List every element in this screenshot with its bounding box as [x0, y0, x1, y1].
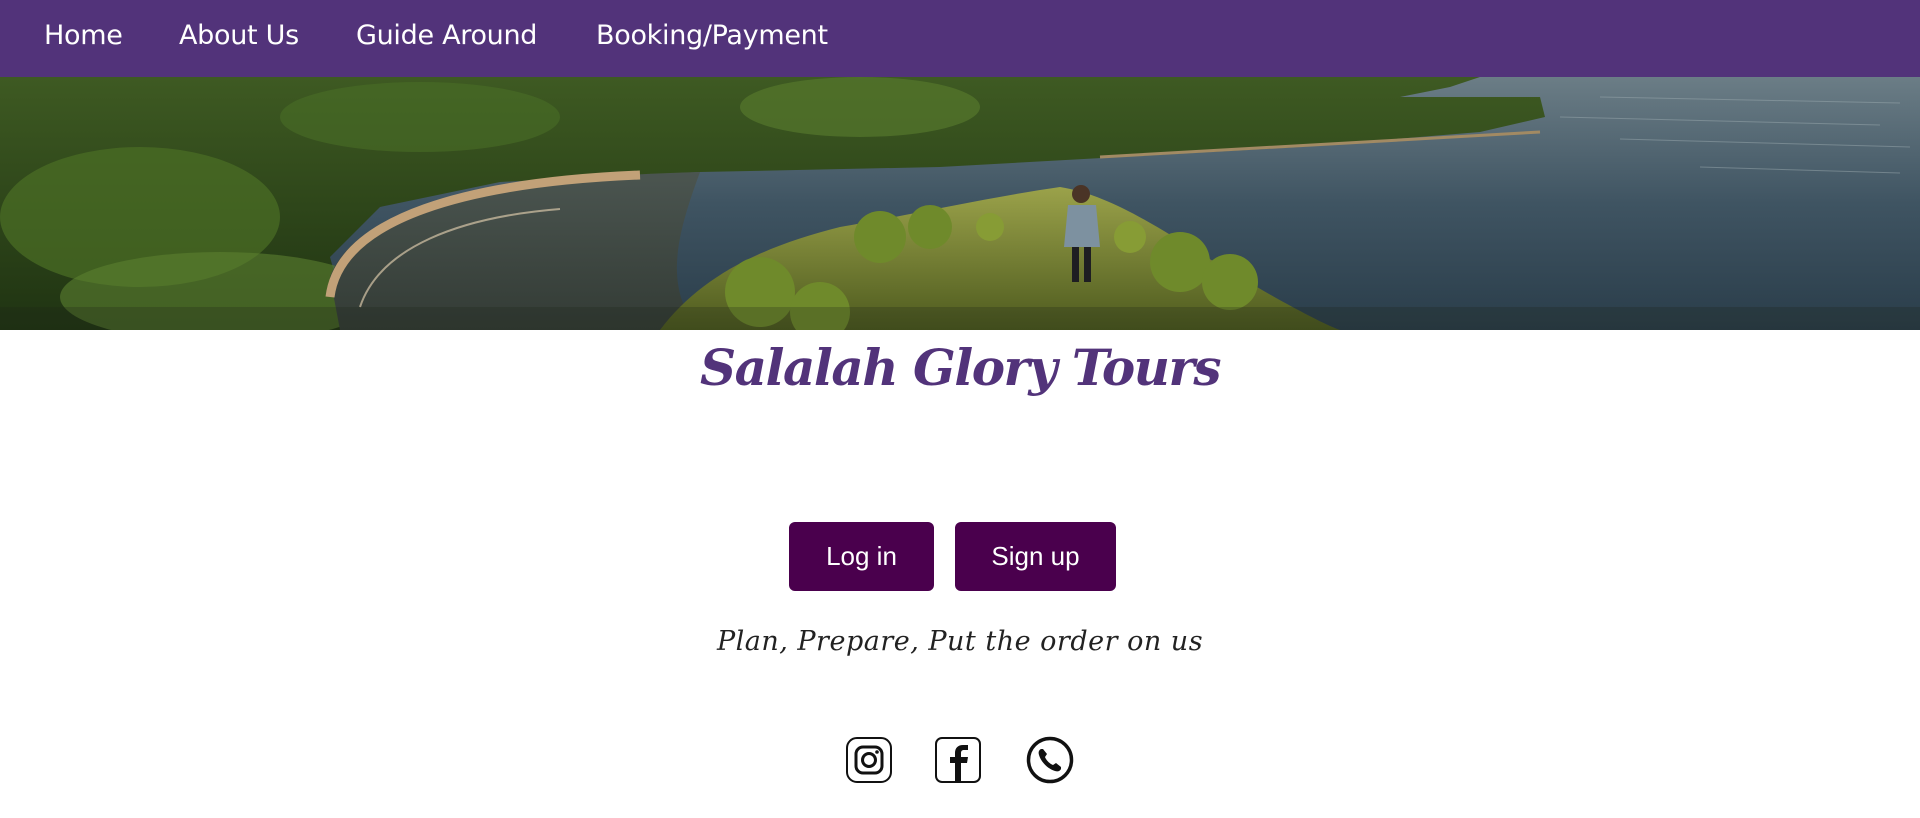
nav-guide-around-link[interactable]: Guide Around [356, 20, 537, 51]
tagline: Plan, Prepare, Put the order on us [716, 626, 1204, 657]
instagram-icon[interactable] [845, 736, 893, 784]
hero-banner-image [0, 77, 1920, 330]
phone-icon[interactable] [1026, 736, 1074, 784]
login-button[interactable]: Log in [789, 522, 934, 591]
signup-button[interactable]: Sign up [955, 522, 1116, 591]
nav-booking-payment-link[interactable]: Booking/Payment [596, 20, 828, 51]
facebook-icon[interactable] [934, 736, 982, 784]
top-navbar: Home About Us Guide Around Booking/Payme… [0, 0, 1920, 77]
brand-title: Salalah Glory Tours [699, 338, 1222, 397]
nav-about-us-link[interactable]: About Us [179, 20, 299, 51]
nav-home-link[interactable]: Home [44, 20, 123, 51]
